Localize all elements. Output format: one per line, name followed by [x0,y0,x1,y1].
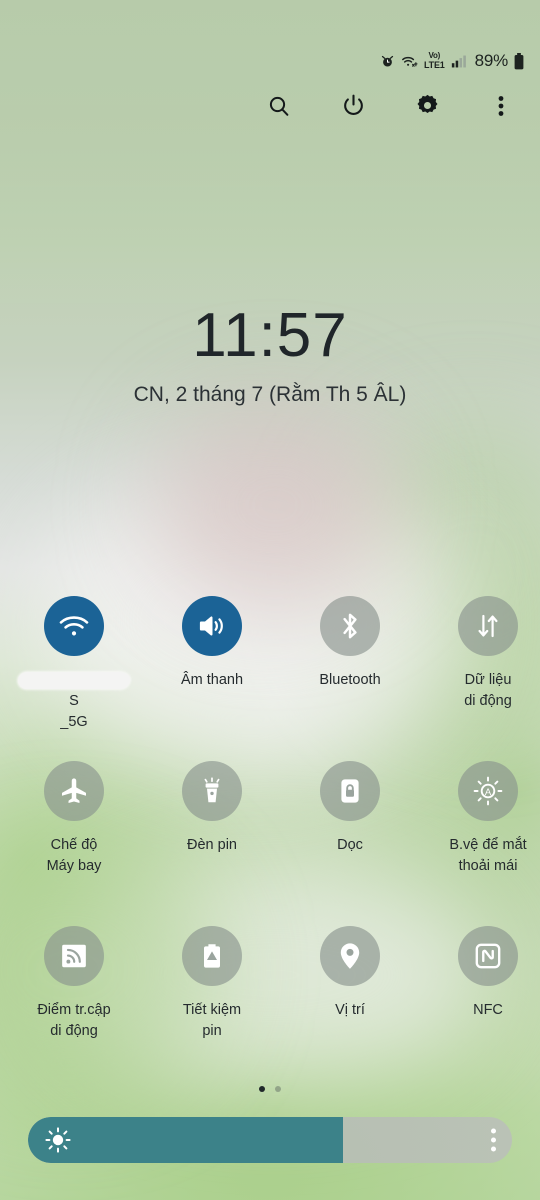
tile-label: S _5G [10,670,138,754]
tile-airplane-mode[interactable]: Chế độ Máy bay [10,761,138,926]
page-dot-2[interactable] [275,1086,281,1092]
battery-icon [514,52,524,70]
dot [491,1146,496,1152]
eye-comfort-icon: A [458,761,518,821]
tile-nfc[interactable]: NFC [424,926,540,1091]
wifi-status-icon [401,54,418,69]
hotspot-icon [44,926,104,986]
page-dot-1[interactable] [259,1086,265,1092]
battery-percent-label: 89% [474,51,509,70]
tile-mobile-hotspot[interactable]: Điểm tr.cập di động [10,926,138,1091]
location-pin-icon [320,926,380,986]
bluetooth-icon [320,596,380,656]
tile-label: Dọc [337,837,363,853]
svg-text:A: A [485,787,492,798]
clock-widget[interactable]: 11:57 CN, 2 tháng 7 (Rằm Th 5 ÂL) [0,305,540,407]
tile-label: Chế độ Máy bay [46,837,102,874]
wifi-icon [44,596,104,656]
tile-label-text: S _5G [60,693,88,730]
power-button[interactable] [336,91,370,125]
tile-bluetooth[interactable]: Bluetooth [286,596,414,761]
dot [491,1137,496,1143]
search-icon [267,94,291,123]
status-bar: Vo) LTE1 89% [0,48,540,74]
brightness-slider-fill [28,1117,343,1163]
tile-row: Điểm tr.cập di động Tiết kiệm pin Vị trí… [0,926,540,1091]
volume-icon [182,596,242,656]
tile-label: B.vệ để mắt thoải mái [449,837,527,874]
redaction-mark [18,672,130,689]
more-options-button[interactable] [484,91,518,125]
search-button[interactable] [262,91,296,125]
tile-row: Chế độ Máy bay Đèn pin Dọc A B.vệ để mắt… [0,761,540,926]
tile-location[interactable]: Vị trí [286,926,414,1091]
brightness-options-button[interactable] [491,1128,496,1152]
tile-label: Dữ liệu di động [464,672,512,709]
page-indicator[interactable] [0,1086,540,1092]
brightness-slider[interactable] [28,1117,512,1163]
mobile-data-icon [458,596,518,656]
tile-rotation-lock[interactable]: Dọc [286,761,414,926]
tile-sound[interactable]: Âm thanh [148,596,276,761]
signal-bars-icon [451,54,468,69]
power-saving-icon [182,926,242,986]
tile-label: Điểm tr.cập di động [37,1002,111,1039]
brightness-sun-icon [44,1126,72,1154]
tile-label: NFC [473,1002,503,1018]
quick-settings-tiles: S _5G Âm thanh Bluetooth Dữ liệu di động… [0,596,540,1091]
settings-button[interactable] [410,91,444,125]
tile-label: Đèn pin [187,837,237,853]
tile-flashlight[interactable]: Đèn pin [148,761,276,926]
tile-label: Âm thanh [180,672,244,688]
nfc-icon [458,926,518,986]
volte-line2: LTE1 [424,59,445,70]
overflow-menu-icon [498,94,504,123]
volte-indicator: Vo) LTE1 [424,52,445,70]
gear-icon [415,93,440,123]
tile-label: Vị trí [335,1002,365,1018]
tile-row: S _5G Âm thanh Bluetooth Dữ liệu di động [0,596,540,761]
power-icon [341,93,366,123]
dot [491,1128,496,1134]
airplane-icon [44,761,104,821]
quick-settings-panel: Vo) LTE1 89% 11:57 CN, 2 tháng 7 (Rằm Th… [0,0,540,1200]
clock-date: CN, 2 tháng 7 (Rằm Th 5 ÂL) [133,383,407,406]
tile-wifi[interactable]: S _5G [10,596,138,761]
rotation-lock-icon [320,761,380,821]
clock-time: 11:57 [192,301,348,370]
tile-mobile-data[interactable]: Dữ liệu di động [424,596,540,761]
flashlight-icon [182,761,242,821]
tile-label: Tiết kiệm pin [182,1002,242,1039]
alarm-icon [380,54,395,69]
tile-power-saving[interactable]: Tiết kiệm pin [148,926,276,1091]
tile-label: Bluetooth [319,672,381,688]
panel-toolbar [0,88,540,128]
tile-eye-comfort[interactable]: A B.vệ để mắt thoải mái [424,761,540,926]
